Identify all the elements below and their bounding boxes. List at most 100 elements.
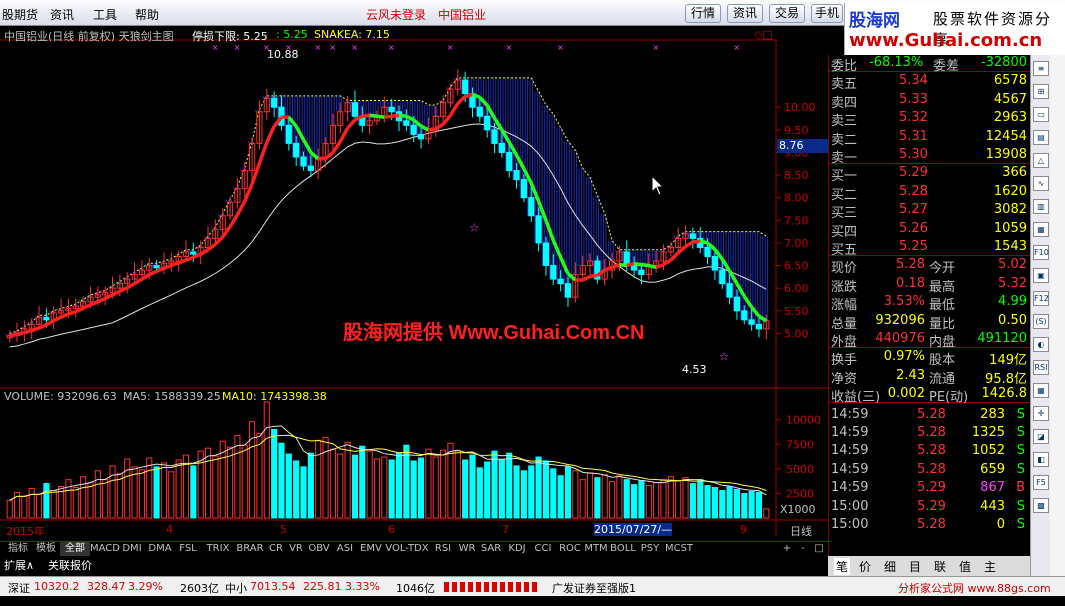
indicator-tab--2[interactable]: 全部 — [60, 542, 90, 556]
indicator-tab-rsi[interactable]: RSI — [430, 542, 456, 556]
indicator-tab-dma[interactable]: DMA — [146, 542, 174, 556]
sidebar-tool-icon[interactable]: △ — [1033, 153, 1049, 168]
tick-side: S — [1016, 425, 1025, 440]
indicator-tab-mtm[interactable]: MTM — [584, 542, 608, 556]
maximize-button[interactable]: □ — [812, 542, 826, 556]
indicator-tab-voltdx[interactable]: VOL-TDX — [384, 542, 430, 556]
indicator-tab-macd[interactable]: MACD — [90, 542, 120, 556]
menu-news[interactable]: 资讯 — [50, 6, 74, 23]
sidebar-tool-icon[interactable]: ▤ — [1033, 130, 1049, 145]
candle-body — [557, 278, 564, 285]
indicator-tab-asi[interactable]: ASI — [332, 542, 358, 556]
volume-bar — [249, 421, 256, 519]
indicator-tab-kdj[interactable]: KDJ — [504, 542, 530, 556]
volume-bar — [440, 449, 447, 519]
quote-tab-0[interactable]: 笔 — [834, 558, 851, 575]
sidebar-tool-icon[interactable]: ▩ — [1033, 498, 1049, 513]
linked-quote-button[interactable]: 关联报价 — [48, 557, 92, 573]
sidebar-tool-icon[interactable]: ▦ — [1033, 222, 1049, 237]
mobile-button[interactable]: 手机 — [811, 4, 843, 23]
bid-label: 买二 — [831, 187, 858, 203]
sidebar-tool-icon[interactable]: ⊞ — [1033, 84, 1049, 99]
indicator-tab-emv[interactable]: EMV — [358, 542, 384, 556]
trend-line-segment — [362, 113, 370, 119]
indicator-tab--1[interactable]: 模板 — [32, 542, 60, 556]
indicator-tab-cr[interactable]: CR — [266, 542, 286, 556]
period-label[interactable]: 日线 — [790, 523, 812, 539]
ask-price: 5.34 — [899, 73, 928, 89]
volume-bar — [241, 444, 248, 519]
indicator-tab-brar[interactable]: BRAR — [234, 542, 266, 556]
news-button[interactable]: 资讯 — [727, 4, 763, 23]
sidebar-tool-icon[interactable]: ▭ — [1033, 107, 1049, 122]
indicator-tab-wr[interactable]: WR — [456, 542, 478, 556]
indicator-tab-vr[interactable]: VR — [286, 542, 306, 556]
indicator-tab-obv[interactable]: OBV — [306, 542, 332, 556]
indicator-tab-psy[interactable]: PSY — [638, 542, 662, 556]
quote-tab-4[interactable]: 联 — [934, 558, 946, 575]
sidebar-tool-icon[interactable]: RSI — [1033, 360, 1049, 375]
candle-body — [733, 296, 741, 312]
zoom-in-button[interactable]: + — [780, 542, 794, 556]
quotes-button[interactable]: 行情 — [685, 4, 721, 23]
watermark: 股海网提供 Www.Guhai.Com.CN — [343, 322, 645, 344]
broker-name: 广发证券至强版1 — [552, 582, 636, 595]
menu-tools[interactable]: 工具 — [93, 6, 117, 23]
trend-line-segment — [346, 118, 357, 130]
indicator-tab-roc[interactable]: ROC — [556, 542, 584, 556]
tick-time: 15:00 — [831, 498, 869, 514]
sidebar-tool-icon[interactable]: ▥ — [1033, 199, 1049, 214]
sidebar-tool-icon[interactable]: ≡ — [1033, 61, 1049, 76]
bid-price: 5.27 — [899, 202, 928, 218]
zoom-out-button[interactable]: - — [796, 542, 810, 556]
stat2-value-2: 95.8亿 — [985, 371, 1027, 387]
sidebar-tool-icon[interactable]: ▦ — [1033, 383, 1049, 398]
indicator-tab-mcst[interactable]: MCST — [662, 542, 696, 556]
sidebar-tool-icon[interactable]: F12 — [1033, 291, 1049, 306]
volume-bar — [594, 477, 601, 519]
quote-tab-5[interactable]: 值 — [959, 558, 971, 575]
signal-marker: × — [652, 43, 659, 52]
trade-button[interactable]: 交易 — [769, 4, 805, 23]
indicator-tab-sar[interactable]: SAR — [478, 542, 504, 556]
chart-corner-icons[interactable]: ◇□ — [754, 28, 773, 41]
tick-price: 5.28 — [917, 517, 946, 532]
indicator-tab-fsl[interactable]: FSL — [174, 542, 202, 556]
sz-value: 10320.2 — [34, 580, 80, 593]
volume-bar — [43, 483, 50, 519]
kline-chart[interactable]: 10.009.509.008.508.007.507.006.506.005.5… — [0, 26, 828, 541]
indicator-tab--0[interactable]: 指标 — [4, 542, 32, 556]
volume-bar — [204, 447, 212, 519]
quote-tab-1[interactable]: 价 — [859, 558, 871, 575]
signal-marker: × — [315, 43, 322, 52]
indicator-tab-boll[interactable]: BOLL — [608, 542, 638, 556]
price-tick-label: 7.50 — [784, 214, 809, 227]
tick-row: 14:59 5.29 867 B — [829, 480, 1031, 497]
sidebar-tool-icon[interactable]: F10 — [1033, 245, 1049, 260]
sidebar-tool-icon[interactable]: ◪ — [1033, 429, 1049, 444]
trend-line-segment — [428, 127, 436, 132]
menu-help[interactable]: 帮助 — [135, 6, 159, 23]
sidebar-tool-icon[interactable]: ◧ — [1033, 452, 1049, 467]
candle-body — [638, 269, 645, 276]
right-scroll[interactable] — [1050, 55, 1065, 576]
sidebar-tool-icon[interactable]: ▣ — [1033, 268, 1049, 283]
sidebar-tool-icon[interactable]: F5 — [1033, 475, 1049, 490]
trend-line-segment — [626, 262, 635, 268]
expand-button[interactable]: 扩展∧ — [4, 557, 34, 573]
quote-tab-2[interactable]: 细 — [884, 558, 896, 575]
sidebar-tool-icon[interactable]: (S) — [1033, 314, 1049, 329]
sidebar-tool-icon[interactable]: ◐ — [1033, 337, 1049, 352]
indicator-tab-dmi[interactable]: DMI — [118, 542, 146, 556]
menu-futures[interactable]: 股期货 — [2, 6, 38, 23]
indicator-tab-trix[interactable]: TRIX — [202, 542, 234, 556]
volume-bar — [535, 456, 542, 519]
sidebar-tool-icon[interactable]: ✛ — [1033, 406, 1049, 421]
chart-area[interactable]: 10.009.509.008.508.007.507.006.506.005.5… — [0, 26, 828, 541]
volume-bar — [417, 457, 425, 519]
sidebar-tool-icon[interactable]: ∿ — [1033, 176, 1049, 191]
quote-tab-6[interactable]: 主 — [984, 558, 996, 575]
quote-tab-3[interactable]: 目 — [909, 558, 921, 575]
indicator-tab-cci[interactable]: CCI — [530, 542, 556, 556]
volume-bar — [689, 483, 696, 519]
